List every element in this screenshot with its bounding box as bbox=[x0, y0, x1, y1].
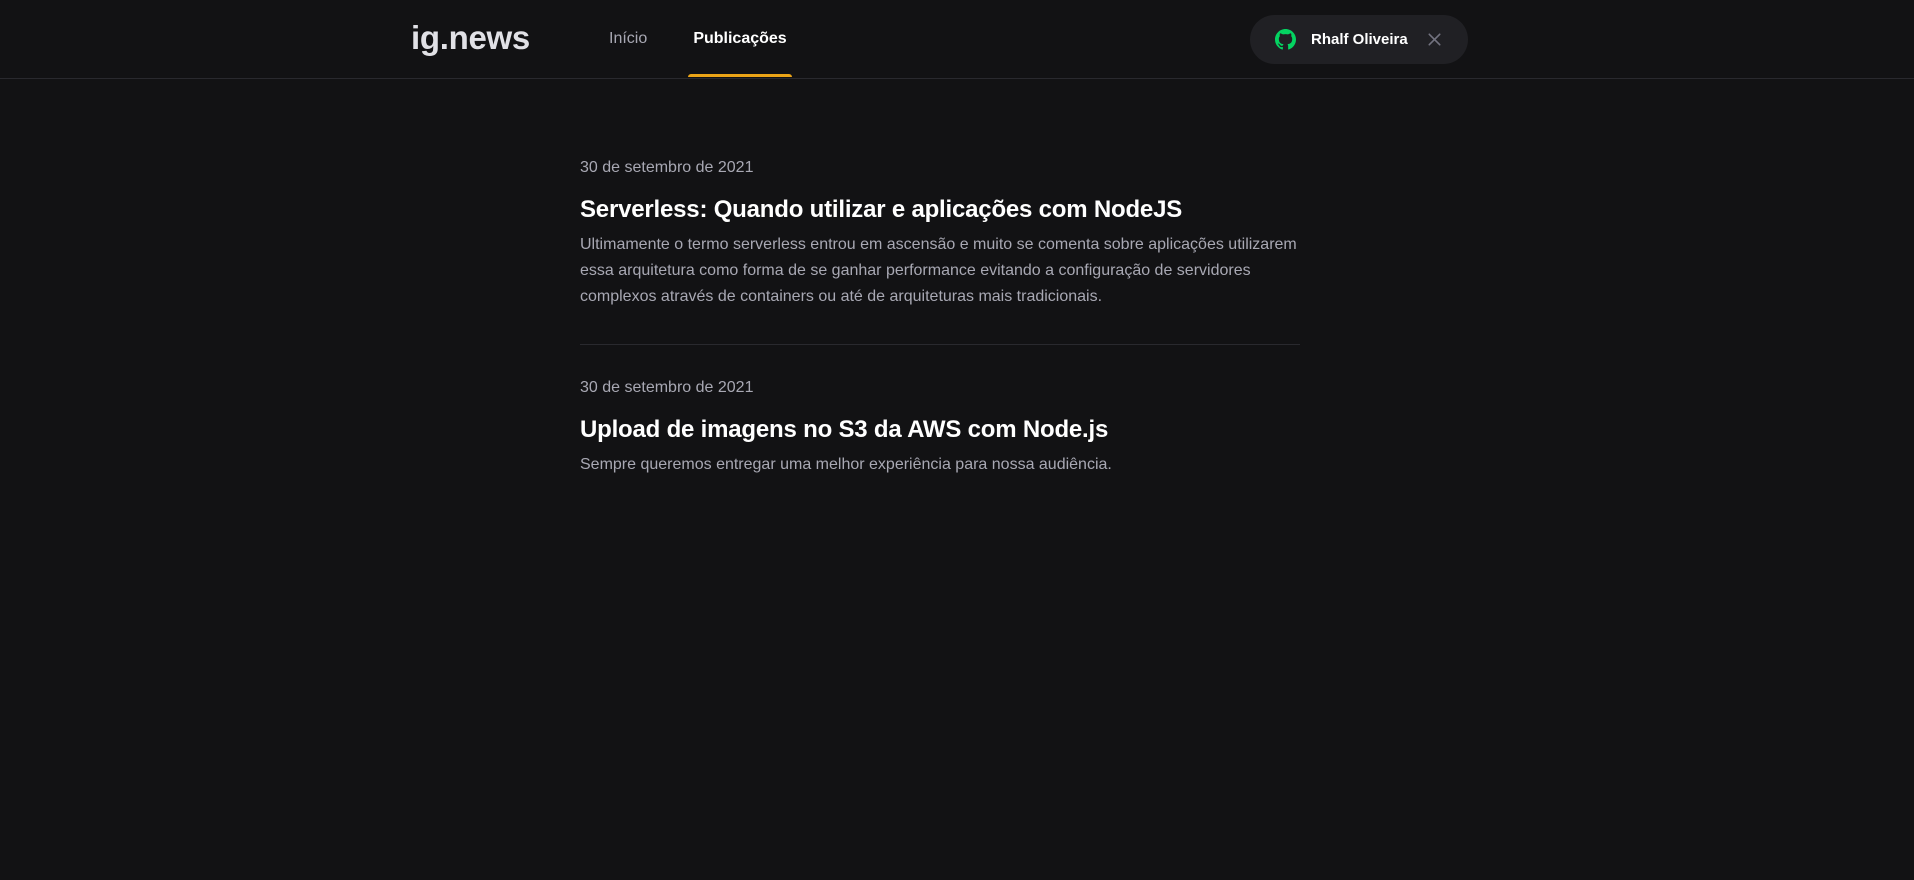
post-excerpt: Ultimamente o termo serverless entrou em… bbox=[580, 236, 1297, 305]
header: ig.news Início Publicações Rhalf Oliveir… bbox=[0, 0, 1914, 79]
close-icon[interactable] bbox=[1425, 30, 1444, 49]
post-date: 30 de setembro de 2021 bbox=[580, 159, 754, 176]
github-icon bbox=[1275, 29, 1296, 50]
post-title[interactable]: Upload de imagens no S3 da AWS com Node.… bbox=[580, 415, 1300, 445]
logo: ig.news bbox=[411, 19, 530, 56]
post-title[interactable]: Serverless: Quando utilizar e aplicações… bbox=[580, 195, 1300, 225]
post-divider bbox=[580, 344, 1300, 345]
nav-link-home[interactable]: Início bbox=[609, 0, 649, 78]
posts-list: 30 de setembro de 2021 Serverless: Quand… bbox=[580, 158, 1300, 478]
user-name: Rhalf Oliveira bbox=[1311, 31, 1408, 48]
nav-link-posts[interactable]: Publicações bbox=[688, 0, 792, 78]
post-item[interactable]: 30 de setembro de 2021 Upload de imagens… bbox=[580, 378, 1300, 478]
active-nav-indicator bbox=[688, 74, 792, 77]
post-item[interactable]: 30 de setembro de 2021 Serverless: Quand… bbox=[580, 158, 1300, 310]
user-signin-button[interactable]: Rhalf Oliveira bbox=[1250, 15, 1468, 64]
post-date: 30 de setembro de 2021 bbox=[580, 379, 754, 396]
post-excerpt: Sempre queremos entregar uma melhor expe… bbox=[580, 456, 1112, 473]
